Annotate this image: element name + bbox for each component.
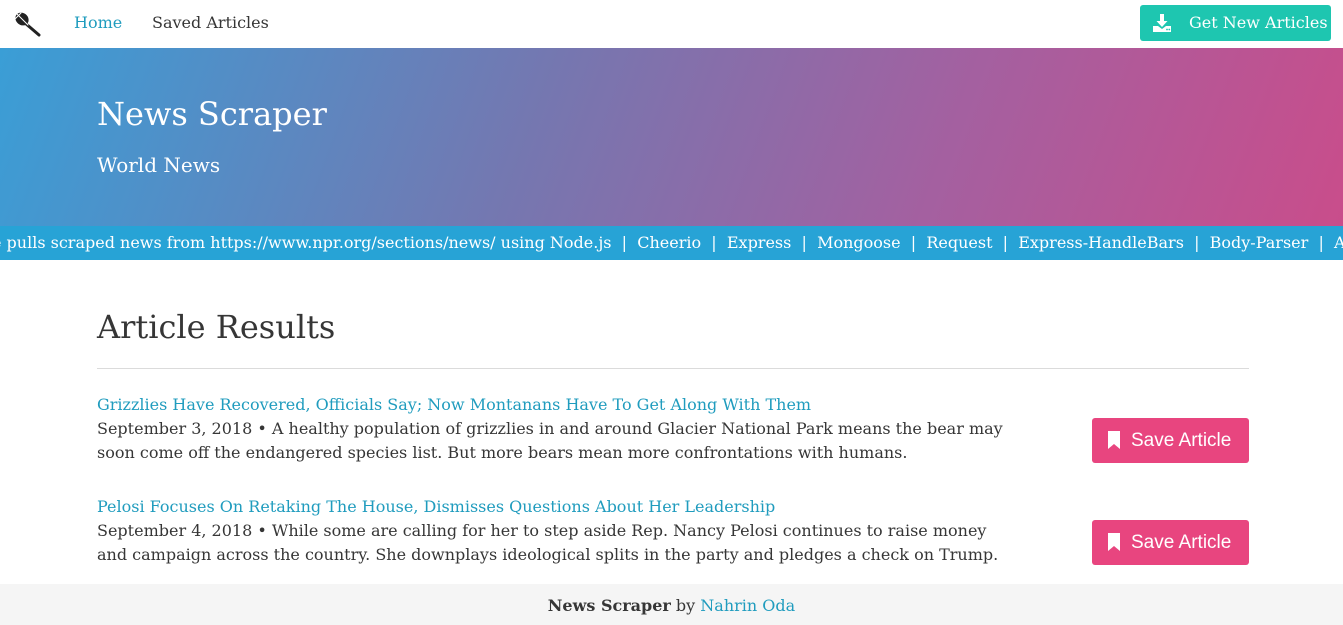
save-article-label: Save Article — [1131, 532, 1232, 553]
save-article-button[interactable]: Save Article — [1092, 520, 1249, 565]
article-title-link[interactable]: Grizzlies Have Recovered, Officials Say;… — [97, 393, 811, 417]
bookmark-icon — [1108, 431, 1120, 449]
nav-saved-articles-link[interactable]: Saved Articles — [152, 12, 269, 34]
article-item: Grizzlies Have Recovered, Officials Say;… — [97, 393, 1249, 473]
get-new-articles-button[interactable]: Get New Articles — [1140, 5, 1331, 41]
get-new-articles-label: Get New Articles — [1189, 13, 1328, 32]
article-item: Pelosi Focuses On Retaking The House, Di… — [97, 495, 1249, 575]
hero-banner: News Scraper World News — [0, 48, 1343, 226]
footer-credit: News Scraper by Nahrin Oda — [0, 595, 1343, 617]
nav-home-link[interactable]: Home — [74, 12, 122, 34]
page-title: News Scraper — [97, 95, 327, 133]
article-summary: September 3, 2018 • A healthy population… — [97, 419, 1003, 462]
footer-author-link[interactable]: Nahrin Oda — [700, 596, 795, 615]
download-icon — [1153, 14, 1171, 32]
footer: News Scraper by Nahrin Oda — [0, 584, 1343, 625]
article-summary: September 4, 2018 • While some are calli… — [97, 521, 999, 564]
bookmark-icon — [1108, 533, 1120, 551]
navbar: Home Saved Articles Get New Articles — [0, 0, 1343, 48]
ticker-text: e pulls scraped news from https://www.np… — [0, 233, 1343, 252]
divider — [97, 368, 1249, 369]
save-article-label: Save Article — [1131, 430, 1232, 451]
article-title-link[interactable]: Pelosi Focuses On Retaking The House, Di… — [97, 495, 775, 519]
save-article-button[interactable]: Save Article — [1092, 418, 1249, 463]
article-results-heading: Article Results — [97, 308, 336, 346]
footer-by: by — [675, 596, 696, 615]
microphone-icon[interactable] — [12, 10, 44, 38]
ticker-bar: e pulls scraped news from https://www.np… — [0, 226, 1343, 260]
page-subtitle: World News — [97, 153, 221, 177]
footer-app-name: News Scraper — [547, 596, 671, 615]
